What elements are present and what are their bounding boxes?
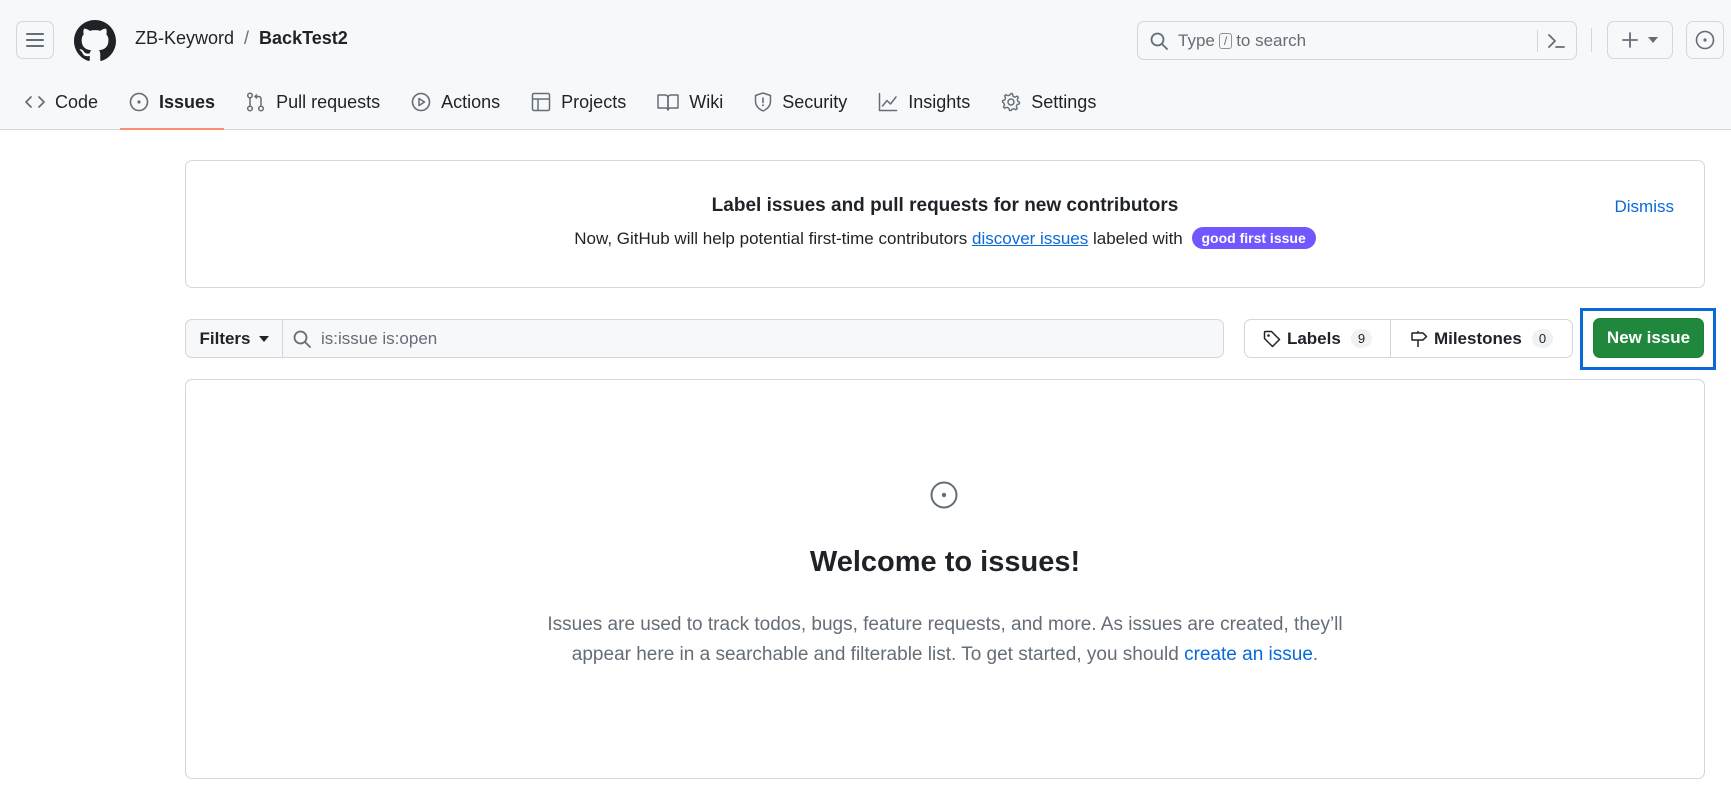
tab-label: Code [55, 91, 99, 112]
tab-label: Settings [1031, 91, 1097, 112]
blankslate-title: Welcome to issues! [809, 546, 1081, 578]
labels-label: Labels [1286, 328, 1341, 348]
search-shortcut-key: / [1218, 32, 1233, 49]
tab-security[interactable]: Security [743, 80, 858, 120]
filters-button[interactable]: Filters [185, 319, 283, 358]
search-input[interactable]: Type / to search [1137, 21, 1577, 60]
repo-tabs: Code Issues Pull requests Actions Projec… [14, 80, 1116, 130]
labels-button[interactable]: Labels 9 [1245, 320, 1391, 357]
labels-milestones-group: Labels 9 Milestones 0 [1244, 319, 1573, 358]
milestone-icon [1411, 330, 1428, 347]
dismiss-button[interactable]: Dismiss [1615, 197, 1675, 217]
breadcrumb: ZB-Keyword / BackTest2 [135, 28, 348, 49]
tab-pull-requests[interactable]: Pull requests [235, 80, 391, 120]
tab-label: Projects [561, 91, 627, 112]
github-logo-icon[interactable] [74, 20, 116, 62]
menu-button[interactable] [16, 21, 54, 59]
issue-opened-icon [930, 481, 958, 509]
tab-wiki[interactable]: Wiki [646, 80, 734, 120]
blankslate-description: Issues are used to track todos, bugs, fe… [186, 610, 1704, 670]
issue-opened-icon [1695, 30, 1715, 50]
tag-icon [1263, 330, 1281, 347]
repo-name-link[interactable]: BackTest2 [259, 28, 348, 49]
issue-search-input[interactable]: is:issue is:open [283, 319, 1224, 358]
banner-text-after: labeled with [1088, 229, 1183, 248]
git-pull-request-icon [247, 92, 265, 112]
blankslate-line-1: Issues are used to track todos, bugs, fe… [547, 614, 1343, 635]
filters-label: Filters [199, 328, 251, 348]
labels-count: 9 [1350, 329, 1373, 348]
blankslate-line-2-text: appear here in a searchable and filterab… [571, 644, 1185, 665]
milestones-button[interactable]: Milestones 0 [1391, 320, 1572, 357]
tab-label: Issues [159, 91, 216, 112]
issues-blankslate: Welcome to issues! Issues are used to tr… [185, 379, 1705, 779]
code-icon [25, 96, 45, 108]
tab-actions[interactable]: Actions [400, 80, 511, 120]
search-icon [293, 330, 311, 348]
new-issue-button[interactable]: New issue [1593, 318, 1704, 358]
milestones-count: 0 [1531, 329, 1554, 348]
gear-icon [1002, 92, 1021, 112]
tab-label: Insights [908, 91, 971, 112]
search-divider [1537, 30, 1538, 52]
tab-label: Wiki [689, 91, 724, 112]
search-icon [1150, 32, 1168, 50]
banner-text-before: Now, GitHub will help potential first-ti… [574, 229, 973, 248]
header-divider [1591, 28, 1592, 52]
search-placeholder: Type / to search [1178, 31, 1306, 51]
table-icon [531, 92, 551, 112]
graph-icon [878, 92, 898, 112]
create-new-button[interactable] [1607, 21, 1673, 59]
hamburger-icon [26, 33, 44, 47]
search-prefix: Type [1178, 30, 1215, 50]
discover-issues-link[interactable]: discover issues [972, 229, 1088, 248]
tab-label: Pull requests [276, 91, 381, 112]
search-suffix: to search [1236, 30, 1307, 50]
play-icon [411, 92, 431, 112]
tab-projects[interactable]: Projects [520, 80, 637, 120]
banner-text: Now, GitHub will help potential first-ti… [186, 227, 1704, 249]
triangle-down-icon [1648, 37, 1658, 43]
your-issues-button[interactable] [1686, 21, 1724, 59]
milestones-label: Milestones [1433, 328, 1522, 348]
banner-title: Label issues and pull requests for new c… [711, 195, 1179, 216]
tab-insights[interactable]: Insights [867, 80, 981, 120]
tab-settings[interactable]: Settings [990, 80, 1107, 120]
issue-opened-icon [129, 92, 149, 112]
tab-label: Actions [441, 91, 501, 112]
create-issue-link[interactable]: create an issue [1184, 644, 1313, 665]
plus-icon [1622, 32, 1638, 48]
tab-code[interactable]: Code [14, 80, 109, 120]
book-icon [657, 94, 679, 111]
good-first-issue-label[interactable]: good first issue [1191, 227, 1316, 249]
shield-icon [754, 92, 772, 112]
triangle-down-icon [258, 335, 269, 342]
blankslate-line-2-end: . [1312, 644, 1319, 665]
app-header: ZB-Keyword / BackTest2 Type / to search [0, 0, 1731, 130]
tab-label: Security [782, 91, 848, 112]
command-palette-icon[interactable] [1546, 31, 1566, 51]
breadcrumb-separator: / [244, 28, 250, 48]
issue-search-query: is:issue is:open [321, 328, 438, 348]
repo-owner-link[interactable]: ZB-Keyword [135, 28, 234, 49]
new-contributors-banner: Label issues and pull requests for new c… [185, 160, 1705, 288]
blankslate-line-2: appear here in a searchable and filterab… [186, 640, 1704, 670]
issue-filter-bar: Filters is:issue is:open [185, 319, 1224, 358]
tab-issues[interactable]: Issues [118, 80, 226, 130]
